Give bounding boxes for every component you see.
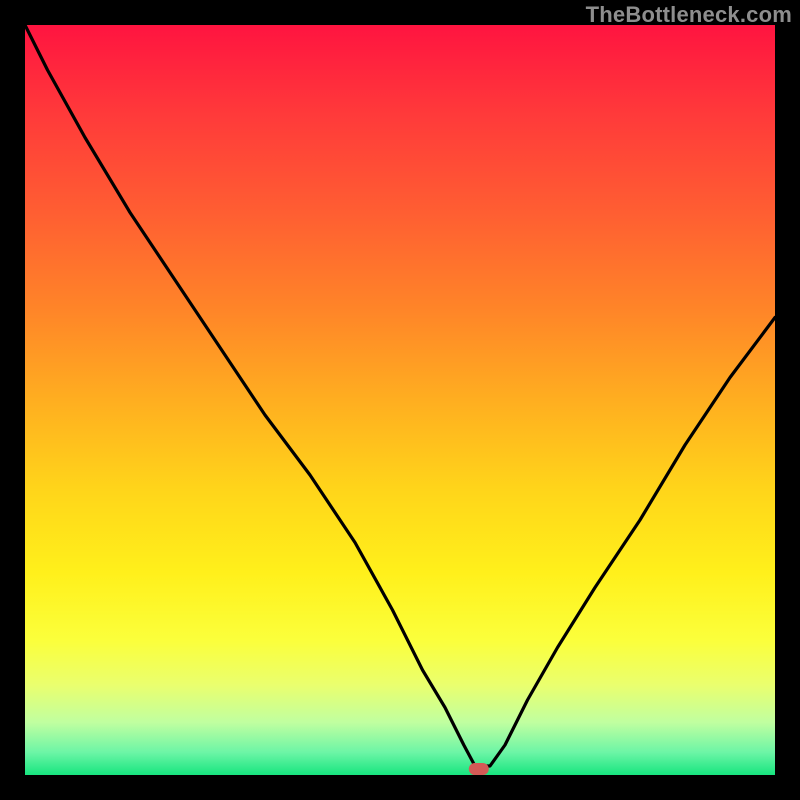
plot-area	[25, 25, 775, 775]
chart-frame: TheBottleneck.com	[0, 0, 800, 800]
gradient-background	[25, 25, 775, 775]
optimum-marker-dot	[469, 763, 489, 775]
chart-svg	[25, 25, 775, 775]
optimum-marker	[469, 763, 489, 775]
watermark-label: TheBottleneck.com	[586, 2, 792, 28]
